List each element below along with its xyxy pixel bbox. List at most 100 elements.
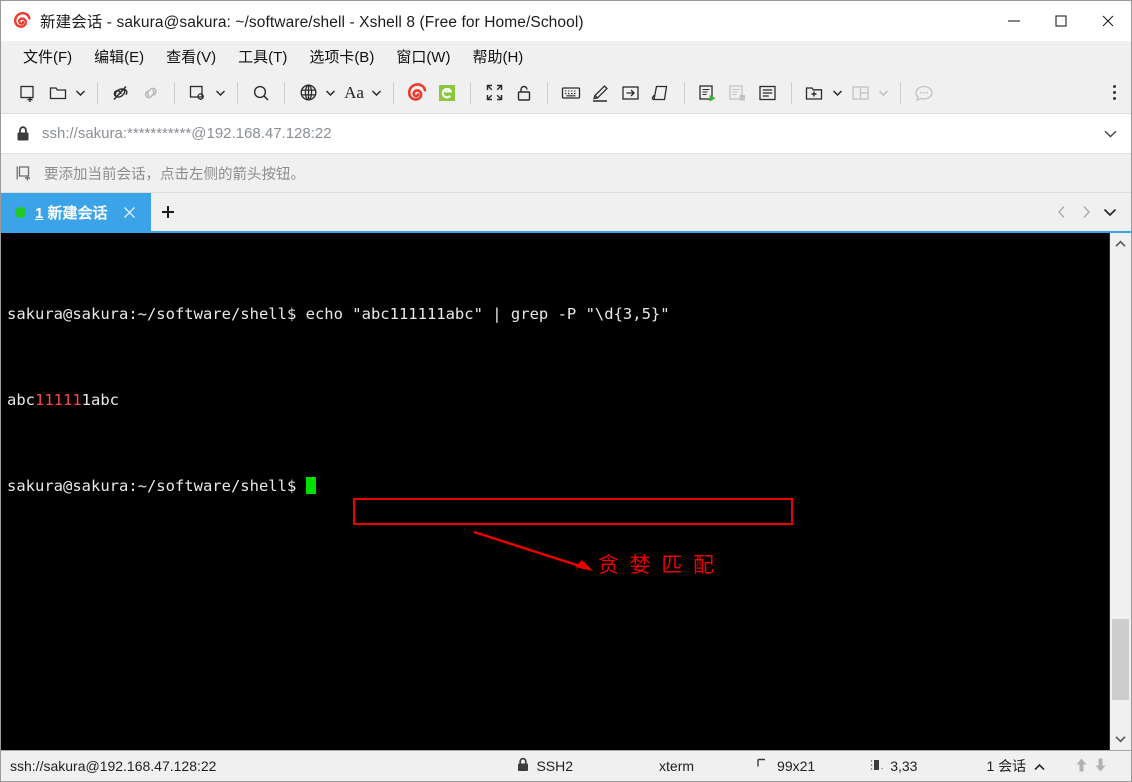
split-layout-button [846, 78, 876, 108]
address-input[interactable]: ssh://sakura:***********@192.168.47.128:… [42, 125, 1097, 142]
tab-list-button[interactable] [1099, 197, 1121, 227]
new-tab-button[interactable] [800, 78, 830, 108]
connected-dot-icon [15, 206, 26, 218]
status-url: ssh://sakura@192.168.47.128:22 [10, 758, 217, 774]
session-properties-button[interactable] [183, 78, 213, 108]
new-tab-dropdown[interactable] [830, 78, 844, 108]
chevron-down-icon [75, 89, 85, 96]
status-sessions[interactable]: 1 会话 [986, 751, 1045, 781]
disconnect-button[interactable] [106, 78, 136, 108]
download-arrow-icon [1094, 757, 1107, 776]
terminal-scrollbar[interactable] [1109, 233, 1131, 750]
keyboard-button[interactable] [556, 78, 586, 108]
tab-close-icon[interactable] [120, 202, 140, 222]
open-session-button[interactable] [43, 78, 73, 108]
log-start-button[interactable] [693, 78, 723, 108]
title-bar-left: 新建会话 - sakura@sakura: ~/software/shell -… [1, 10, 990, 32]
chevron-down-icon [878, 89, 888, 96]
maximize-icon [1054, 15, 1067, 27]
address-bar[interactable]: ssh://sakura:***********@192.168.47.128:… [1, 114, 1131, 154]
find-button[interactable] [246, 78, 276, 108]
status-bar: ssh://sakura@192.168.47.128:22 SSH2 xter… [1, 750, 1131, 781]
tab-new-session[interactable]: 1 新建会话 [1, 193, 151, 231]
font-size-button[interactable]: Aa [339, 78, 369, 108]
toolbar-separator [470, 81, 471, 104]
more-options-icon [1112, 85, 1116, 88]
log-view-button[interactable] [753, 78, 783, 108]
toolbar-separator [547, 81, 548, 104]
status-terminal-type: xterm [659, 758, 695, 774]
tab-title: 新建会话 [43, 204, 108, 222]
terminal-screen[interactable]: sakura@sakura:~/software/shell$ echo "ab… [1, 233, 1109, 750]
menu-file[interactable]: 文件(F) [14, 43, 81, 71]
terminal-line-prompt: sakura@sakura:~/software/shell$ [7, 476, 1109, 498]
cursor-position-icon [870, 757, 884, 776]
reconnect-button[interactable] [136, 78, 166, 108]
send-input-button[interactable] [616, 78, 646, 108]
terminal-line-output: abc111111abc [7, 390, 1109, 412]
add-session-icon[interactable] [15, 163, 35, 183]
maximize-button[interactable] [1037, 1, 1084, 41]
menu-tabs[interactable]: 选项卡(B) [300, 43, 383, 71]
font-size-dropdown[interactable] [369, 78, 383, 108]
add-tab-button[interactable] [151, 193, 185, 231]
session-properties-icon [189, 85, 204, 100]
encoding-dropdown[interactable] [323, 78, 337, 108]
fullscreen-button[interactable] [479, 78, 509, 108]
screen-size-icon [756, 757, 771, 776]
send-input-icon [622, 85, 639, 100]
xftp-button[interactable] [432, 78, 462, 108]
window-controls [990, 1, 1131, 41]
chevron-down-icon [215, 89, 225, 96]
status-transfer-indicators [1075, 751, 1107, 781]
new-tab-icon [805, 86, 823, 100]
xshell-spiral-icon [12, 11, 32, 31]
search-icon [253, 85, 269, 101]
more-options-icon [1112, 97, 1116, 100]
menu-edit[interactable]: 编辑(E) [85, 43, 153, 71]
scrollbar-track[interactable] [1110, 255, 1131, 728]
status-cursor-position: 3,33 [870, 751, 917, 781]
status-protocol-label: SSH2 [536, 758, 574, 774]
address-dropdown-button[interactable] [1097, 121, 1123, 147]
open-session-dropdown[interactable] [73, 78, 87, 108]
session-properties-dropdown[interactable] [213, 78, 227, 108]
toolbar-separator [284, 81, 285, 104]
scroll-up-button[interactable] [1110, 233, 1131, 255]
xshell-button[interactable] [402, 78, 432, 108]
chevron-down-icon [1104, 130, 1116, 137]
upload-arrow-icon [1075, 757, 1088, 776]
add-tab-icon [162, 206, 174, 218]
chevron-down-icon [832, 89, 842, 96]
split-layout-dropdown [876, 78, 890, 108]
split-layout-icon [852, 85, 869, 100]
clear-screen-button[interactable] [646, 78, 676, 108]
encoding-button[interactable] [293, 78, 323, 108]
chevron-down-icon [325, 89, 335, 96]
status-screen-size-label: 99x21 [777, 758, 816, 774]
tab-next-button[interactable] [1075, 197, 1097, 227]
menu-window[interactable]: 窗口(W) [387, 43, 459, 71]
xshell-icon [407, 82, 427, 101]
toolbar-separator [97, 81, 98, 104]
tab-prev-button[interactable] [1051, 197, 1073, 227]
log-pause-button [723, 78, 753, 108]
menu-help[interactable]: 帮助(H) [463, 43, 532, 71]
chevron-down-icon [1115, 736, 1126, 743]
lock-icon [517, 85, 531, 101]
minimize-button[interactable] [990, 1, 1037, 41]
chevron-up-icon[interactable] [1034, 758, 1045, 774]
lock-button[interactable] [509, 78, 539, 108]
new-session-button[interactable] [13, 78, 43, 108]
toolbar-separator [900, 81, 901, 104]
scroll-down-button[interactable] [1110, 728, 1131, 750]
scrollbar-thumb[interactable] [1112, 619, 1129, 700]
menu-tools[interactable]: 工具(T) [229, 43, 296, 71]
close-button[interactable] [1084, 1, 1131, 41]
menu-view[interactable]: 查看(V) [157, 43, 225, 71]
toolbar-separator [174, 81, 175, 104]
new-session-icon [20, 85, 34, 102]
highlight-button[interactable] [586, 78, 616, 108]
more-options-button[interactable] [1103, 78, 1125, 108]
close-icon [1102, 15, 1113, 27]
